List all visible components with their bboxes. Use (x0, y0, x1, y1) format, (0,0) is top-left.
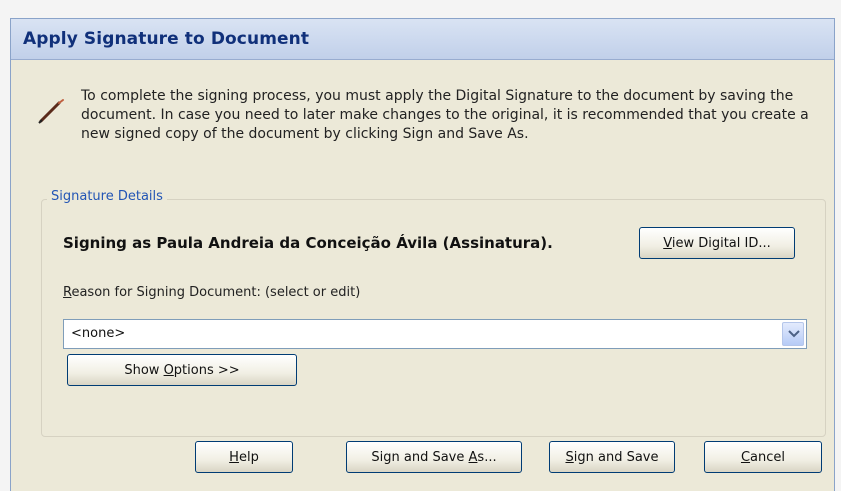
title-bar[interactable]: Apply Signature to Document (11, 19, 834, 60)
chevron-down-icon (788, 330, 800, 338)
signing-as-label: Signing as Paula Andreia da Conceição Áv… (63, 234, 553, 252)
dropdown-arrow-button[interactable] (782, 322, 804, 346)
apply-signature-dialog: Apply Signature to Document To complete … (10, 18, 835, 491)
signature-details-legend: Signature Details (47, 189, 167, 204)
pen-icon (38, 99, 64, 124)
show-options-button[interactable]: Show Options >> (67, 354, 297, 386)
cancel-button[interactable]: Cancel (704, 441, 822, 473)
instructions-text: To complete the signing process, you mus… (81, 88, 809, 142)
reason-value[interactable]: <none> (71, 326, 125, 341)
help-button[interactable]: Help (195, 441, 293, 473)
sign-and-save-as-button[interactable]: Sign and Save As... (346, 441, 522, 473)
sign-and-save-button[interactable]: Sign and Save (549, 441, 675, 473)
dialog-title: Apply Signature to Document (23, 29, 310, 49)
reason-label: Reason for Signing Document: (select or … (63, 285, 361, 300)
view-digital-id-button[interactable]: View Digital ID... (639, 227, 795, 259)
reason-combobox[interactable]: <none> (63, 319, 807, 349)
